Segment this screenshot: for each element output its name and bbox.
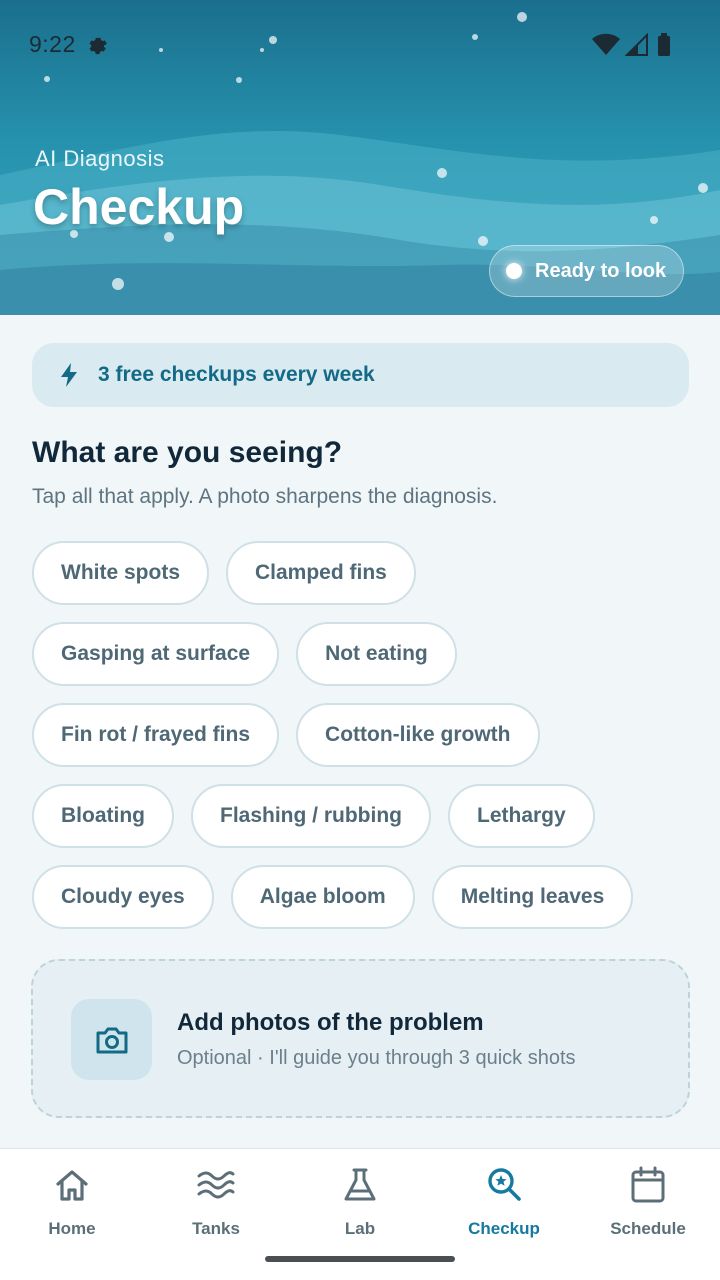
status-dot-icon bbox=[506, 263, 522, 279]
wifi-icon bbox=[592, 33, 620, 55]
chip-row: Fin rot / frayed fins Cotton-like growth bbox=[32, 703, 692, 767]
nav-item-tanks[interactable]: Tanks bbox=[144, 1165, 288, 1245]
nav-label-schedule: Schedule bbox=[610, 1219, 686, 1238]
add-photos-card[interactable]: Add photos of the problem Optional · I'l… bbox=[31, 959, 690, 1118]
calendar-icon bbox=[631, 1166, 665, 1203]
header-banner: 9:22 AI Diagnosis Checkup Ready to look bbox=[0, 0, 720, 315]
symptom-chip-bloating[interactable]: Bloating bbox=[32, 784, 174, 848]
home-indicator-bar[interactable] bbox=[265, 1256, 455, 1262]
status-icons bbox=[592, 33, 670, 56]
header-eyebrow: AI Diagnosis bbox=[35, 146, 165, 171]
symptom-chip-lethargy[interactable]: Lethargy bbox=[448, 784, 595, 848]
nav-label-lab: Lab bbox=[344, 1219, 376, 1238]
nav-item-schedule[interactable]: Schedule bbox=[576, 1165, 720, 1245]
symptom-chip-cloudy-eyes[interactable]: Cloudy eyes bbox=[32, 865, 214, 929]
search-icon bbox=[488, 1168, 521, 1201]
nav-item-checkup[interactable]: Checkup bbox=[432, 1165, 576, 1245]
battery-icon bbox=[658, 36, 670, 56]
camera-icon bbox=[96, 1027, 127, 1053]
symptom-chip-cotton-growth[interactable]: Cotton-like growth bbox=[296, 703, 540, 767]
symptom-chip-white-spots[interactable]: White spots bbox=[32, 541, 209, 605]
symptom-chips: White spots Clamped fins Gasping at surf… bbox=[32, 541, 692, 946]
banner-text: 3 free checkups every week bbox=[98, 363, 375, 386]
flask-icon bbox=[344, 1168, 376, 1201]
chip-row: White spots Clamped fins bbox=[32, 541, 692, 605]
symptom-chip-not-eating[interactable]: Not eating bbox=[296, 622, 457, 686]
symptom-chip-fin-rot[interactable]: Fin rot / frayed fins bbox=[32, 703, 280, 767]
chip-row: Gasping at surface Not eating bbox=[32, 622, 692, 686]
nav-label-home: Home bbox=[48, 1219, 96, 1238]
symptom-chip-gasping[interactable]: Gasping at surface bbox=[32, 622, 280, 686]
free-checkups-banner: 3 free checkups every week bbox=[32, 343, 689, 407]
symptom-chip-clamped-fins[interactable]: Clamped fins bbox=[226, 541, 416, 605]
status-bar: 9:22 bbox=[0, 0, 720, 90]
settings-gear-icon bbox=[89, 37, 107, 55]
ready-status-pill: Ready to look bbox=[489, 245, 684, 297]
home-icon bbox=[56, 1170, 88, 1201]
status-time: 9:22 bbox=[29, 31, 76, 57]
camera-icon-box bbox=[71, 999, 152, 1080]
page-title: Checkup bbox=[33, 179, 245, 235]
nav-item-lab[interactable]: Lab bbox=[288, 1165, 432, 1245]
status-pill-label: Ready to look bbox=[535, 259, 667, 282]
symptom-chip-melting-leaves[interactable]: Melting leaves bbox=[431, 865, 634, 929]
nav-label-tanks: Tanks bbox=[192, 1219, 240, 1238]
section-subtitle: Tap all that apply. A photo sharpens the… bbox=[32, 485, 498, 508]
lightning-bolt-icon bbox=[61, 363, 77, 387]
chip-row: Bloating Flashing / rubbing Lethargy bbox=[32, 784, 692, 848]
chip-row: Cloudy eyes Algae bloom Melting leaves bbox=[32, 865, 692, 929]
nav-item-home[interactable]: Home bbox=[0, 1165, 144, 1245]
symptom-chip-algae-bloom[interactable]: Algae bloom bbox=[230, 865, 415, 929]
symptom-chip-flashing[interactable]: Flashing / rubbing bbox=[191, 784, 431, 848]
photo-card-subtitle: Optional · I'll guide you through 3 quic… bbox=[177, 1047, 576, 1069]
waves-icon bbox=[197, 1171, 235, 1199]
section-title: What are you seeing? bbox=[32, 436, 343, 469]
photo-card-title: Add photos of the problem bbox=[177, 1009, 484, 1036]
nav-label-checkup: Checkup bbox=[468, 1219, 540, 1238]
